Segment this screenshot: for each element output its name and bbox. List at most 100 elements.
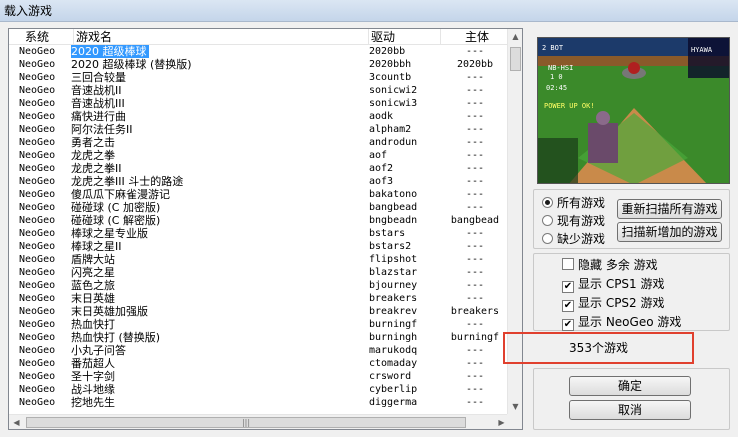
game-row[interactable]: NeoGeo 勇者之击 androdun ---: [9, 136, 509, 149]
baseball-scene: 2 BOT NB-HSI 1 0 02:45 HYAWA POWER UP OK…: [538, 38, 729, 183]
option-show-cps1[interactable]: ✔ 显示 CPS1 游戏: [562, 276, 665, 293]
game-row[interactable]: NeoGeo 末日英雄加强版 breakrev breakers: [9, 305, 509, 318]
window-title: 载入游戏: [4, 4, 53, 18]
column-header-system[interactable]: 系统: [9, 29, 74, 45]
row-system: NeoGeo: [19, 293, 56, 304]
radio-available-icon[interactable]: [542, 215, 553, 226]
game-row[interactable]: NeoGeo 2020 超级棒球 (替换版) 2020bbh 2020bb: [9, 58, 509, 71]
option-show-cps2[interactable]: ✔ 显示 CPS2 游戏: [562, 295, 665, 312]
row-parent: ---: [465, 293, 485, 304]
row-driver: bngbeadn: [369, 215, 418, 226]
row-parent: ---: [465, 150, 485, 161]
row-game-name: 小丸子问答: [71, 344, 126, 357]
row-system: NeoGeo: [19, 241, 56, 252]
hud-left-text: 2 BOT: [542, 44, 564, 52]
row-parent: ---: [465, 137, 485, 148]
checkbox-show-cps2[interactable]: ✔: [562, 300, 574, 312]
game-row[interactable]: NeoGeo 棒球之星II bstars2 ---: [9, 240, 509, 253]
row-game-name: 战斗地缘: [71, 383, 115, 396]
row-system: NeoGeo: [19, 163, 56, 174]
list-header: 系统 游戏名 驱动 主体: [9, 29, 509, 45]
row-driver: aof: [369, 150, 388, 161]
game-row[interactable]: NeoGeo 2020 超级棒球 2020bb ---: [9, 45, 509, 58]
game-row[interactable]: NeoGeo 小丸子问答 marukodq ---: [9, 344, 509, 357]
row-parent: ---: [465, 345, 485, 356]
row-parent: ---: [465, 319, 485, 330]
row-system: NeoGeo: [19, 332, 56, 343]
row-game-name: 音速战机II: [71, 84, 122, 97]
row-game-name: 蓝色之旅: [71, 279, 115, 292]
checkbox-show-neogeo[interactable]: ✔: [562, 319, 574, 331]
column-header-parent[interactable]: 主体: [441, 29, 509, 45]
radio-all-games[interactable]: 所有游戏: [542, 195, 605, 211]
scan-new-button[interactable]: 扫描新增加的游戏: [617, 222, 722, 242]
radio-all-icon[interactable]: [542, 197, 553, 208]
cancel-button[interactable]: 取消: [569, 400, 691, 420]
rescan-all-button[interactable]: 重新扫描所有游戏: [617, 199, 722, 219]
game-row[interactable]: NeoGeo 闪亮之星 blazstar ---: [9, 266, 509, 279]
row-parent: ---: [465, 202, 485, 213]
option-hide-extra[interactable]: 隐藏 多余 游戏: [562, 257, 658, 273]
scroll-down-icon[interactable]: ▼: [508, 399, 522, 415]
game-row[interactable]: NeoGeo 番茄超人 ctomaday ---: [9, 357, 509, 370]
row-parent: ---: [465, 176, 485, 187]
scroll-left-icon[interactable]: ◀: [9, 415, 24, 429]
game-row[interactable]: NeoGeo 棒球之星专业版 bstars ---: [9, 227, 509, 240]
game-row[interactable]: NeoGeo 龙虎之拳II aof2 ---: [9, 162, 509, 175]
game-row[interactable]: NeoGeo 阿尔法任务II alpham2 ---: [9, 123, 509, 136]
game-list[interactable]: 系统 游戏名 驱动 主体 NeoGeo 2020 超级棒球 2020bb --- Neo…: [8, 28, 523, 430]
row-parent: ---: [465, 397, 485, 408]
filter-group: 所有游戏 现有游戏 缺少游戏 重新扫描所有游戏 扫描新增加的游戏: [533, 189, 730, 249]
game-row[interactable]: NeoGeo 热血快打 burningf ---: [9, 318, 509, 331]
game-row[interactable]: NeoGeo 末日英雄 breakers ---: [9, 292, 509, 305]
game-row[interactable]: NeoGeo 龙虎之拳 aof ---: [9, 149, 509, 162]
game-preview-image: 2 BOT NB-HSI 1 0 02:45 HYAWA POWER UP OK…: [537, 37, 730, 184]
game-row[interactable]: NeoGeo 挖地先生 diggerma ---: [9, 396, 509, 409]
game-count-status: 353个游戏: [503, 332, 694, 364]
game-row[interactable]: NeoGeo 蓝色之旅 bjourney ---: [9, 279, 509, 292]
game-row[interactable]: NeoGeo 龙虎之拳III 斗士的路途 aof3 ---: [9, 175, 509, 188]
checkbox-show-cps1[interactable]: ✔: [562, 281, 574, 293]
radio-missing-icon[interactable]: [542, 233, 553, 244]
row-game-name: 挖地先生: [71, 396, 115, 409]
row-parent: ---: [465, 98, 485, 109]
game-row[interactable]: NeoGeo 热血快打 (替换版) burningh burningf: [9, 331, 509, 344]
hscroll-thumb[interactable]: |||: [26, 417, 466, 428]
scroll-thumb[interactable]: [510, 47, 521, 71]
game-row[interactable]: NeoGeo 音速战机II sonicwi2 ---: [9, 84, 509, 97]
scroll-up-icon[interactable]: ▲: [508, 29, 522, 45]
game-row[interactable]: NeoGeo 音速战机III sonicwi3 ---: [9, 97, 509, 110]
row-system: NeoGeo: [19, 371, 56, 382]
game-row[interactable]: NeoGeo 碰碰球 (C 加密版) bangbead ---: [9, 201, 509, 214]
row-game-name: 碰碰球 (C 加密版): [71, 201, 161, 214]
row-driver: aodk: [369, 111, 394, 122]
game-row[interactable]: NeoGeo 三回合较量 3countb ---: [9, 71, 509, 84]
row-game-name: 三回合较量: [71, 71, 126, 84]
row-driver: marukodq: [369, 345, 418, 356]
row-parent: ---: [465, 267, 485, 278]
game-rows: NeoGeo 2020 超级棒球 2020bb --- NeoGeo 2020 超级棒球 …: [9, 45, 509, 409]
game-row[interactable]: NeoGeo 痛快进行曲 aodk ---: [9, 110, 509, 123]
row-system: NeoGeo: [19, 397, 56, 408]
horizontal-scrollbar[interactable]: ◀ ||| ▶: [9, 414, 509, 429]
row-game-name: 2020 超级棒球: [71, 45, 149, 58]
checkbox-hide-extra[interactable]: [562, 258, 574, 270]
row-game-name: 龙虎之拳: [71, 149, 115, 162]
game-row[interactable]: NeoGeo 盾牌大站 flipshot ---: [9, 253, 509, 266]
row-driver: bstars2: [369, 241, 412, 252]
row-system: NeoGeo: [19, 319, 56, 330]
game-row[interactable]: NeoGeo 碰碰球 (C 解密版) bngbeadn bangbead: [9, 214, 509, 227]
radio-available-games[interactable]: 现有游戏: [542, 213, 605, 229]
option-show-neogeo[interactable]: ✔ 显示 NeoGeo 游戏: [562, 314, 681, 331]
row-driver: 2020bbh: [369, 59, 412, 70]
row-parent: bangbead: [450, 215, 500, 226]
game-row[interactable]: NeoGeo 圣十字剑 crsword ---: [9, 370, 509, 383]
hud-right-text: HYAWA: [691, 46, 713, 54]
radio-missing-games[interactable]: 缺少游戏: [542, 231, 605, 247]
game-row[interactable]: NeoGeo 战斗地缘 cyberlip ---: [9, 383, 509, 396]
ok-button[interactable]: 确定: [569, 376, 691, 396]
row-system: NeoGeo: [19, 137, 56, 148]
column-header-driver[interactable]: 驱动: [369, 29, 441, 45]
column-header-name[interactable]: 游戏名: [74, 29, 369, 45]
game-row[interactable]: NeoGeo 傻瓜瓜下麻雀漫游记 bakatono ---: [9, 188, 509, 201]
